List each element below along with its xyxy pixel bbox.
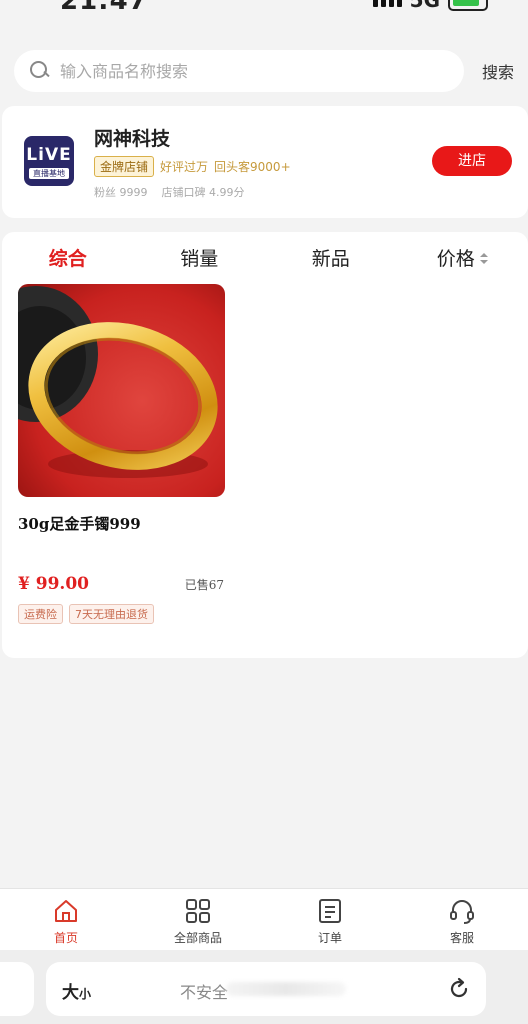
- status-icons: 5G: [372, 0, 488, 12]
- sort-tabs: 综合 销量 新品 价格: [2, 244, 528, 274]
- product-sold-count: 已售67: [184, 578, 224, 592]
- product-list-card: 综合 销量 新品 价格 30g足金手镯999 ¥ 99.00 已售67 运费险 …: [2, 232, 528, 658]
- nav-customer-service[interactable]: 客服: [396, 889, 528, 950]
- shop-rating: 店铺口碑 4.99分: [161, 186, 245, 199]
- shop-logo-text: LiVE: [26, 145, 72, 165]
- shop-logo-subtext: 直播基地: [29, 168, 69, 179]
- network-type: 5G: [409, 0, 440, 12]
- tab-comprehensive[interactable]: 综合: [2, 244, 134, 274]
- browser-address-bar[interactable]: 大小 不安全: [46, 962, 486, 1016]
- browser-bar: 大小 不安全: [0, 950, 528, 1024]
- shipping-insurance-badge: 运费险: [18, 604, 63, 624]
- tab-new[interactable]: 新品: [265, 244, 397, 274]
- product-price: ¥ 99.00: [18, 574, 89, 594]
- product-card[interactable]: 30g足金手镯999 ¥ 99.00 已售67 运费险 7天无理由退货: [18, 284, 228, 624]
- shop-stats: 粉丝 9999 店铺口碑 4.99分: [94, 184, 245, 200]
- font-size-big: 大: [62, 983, 79, 1003]
- search-box[interactable]: [14, 50, 464, 92]
- nav-all-products[interactable]: 全部商品: [132, 889, 264, 950]
- battery-icon: [448, 0, 488, 11]
- product-image[interactable]: [18, 284, 225, 497]
- font-size-small: 小: [79, 987, 92, 1001]
- tab-sales[interactable]: 销量: [134, 244, 266, 274]
- product-title[interactable]: 30g足金手镯999: [18, 513, 228, 534]
- nav-home-label: 首页: [53, 931, 78, 945]
- nav-all-products-label: 全部商品: [173, 931, 222, 945]
- shop-level-badge: 金牌店铺: [94, 156, 155, 177]
- search-input[interactable]: [60, 61, 380, 81]
- shop-name: 网神科技: [94, 128, 171, 150]
- search-button[interactable]: 搜索: [464, 59, 514, 83]
- shop-returning: 回头客9000+: [214, 160, 291, 174]
- font-size-toggle[interactable]: 大小: [62, 978, 91, 1003]
- return-policy-badge: 7天无理由退货: [69, 604, 154, 624]
- bottom-nav: 首页 全部商品 订单 客服: [0, 888, 528, 950]
- status-time: 21:47: [60, 0, 148, 16]
- search-icon: [30, 61, 50, 81]
- grid-icon: [186, 899, 210, 923]
- url-security-label: 不安全: [180, 983, 229, 1002]
- shop-fans: 粉丝 9999: [94, 186, 148, 199]
- refresh-icon[interactable]: [446, 976, 472, 1002]
- nav-orders-label: 订单: [317, 931, 342, 945]
- sort-arrows-icon: [479, 253, 488, 265]
- product-badges: 运费险 7天无理由退货: [18, 604, 228, 624]
- nav-orders[interactable]: 订单: [264, 889, 396, 950]
- product-price-row: ¥ 99.00 已售67: [18, 574, 228, 594]
- order-icon: [319, 899, 341, 923]
- browser-back-tab[interactable]: [0, 962, 34, 1016]
- home-icon: [55, 900, 77, 922]
- enter-shop-button[interactable]: 进店: [432, 146, 512, 176]
- shop-card: LiVE 直播基地 网神科技 金牌店铺 好评过万 回头客9000+ 粉丝 999…: [2, 106, 528, 218]
- nav-customer-service-label: 客服: [449, 931, 474, 945]
- nav-home[interactable]: 首页: [0, 889, 132, 950]
- tab-price-label: 价格: [436, 248, 475, 270]
- url-blurred: [226, 982, 346, 996]
- search-row: 搜索: [14, 50, 514, 92]
- tab-price[interactable]: 价格: [397, 244, 528, 274]
- shop-logo: LiVE 直播基地: [24, 136, 74, 186]
- status-bar: 21:47 5G: [0, 0, 528, 20]
- shop-praise: 好评过万: [160, 160, 209, 174]
- shop-tags: 金牌店铺 好评过万 回头客9000+: [94, 156, 291, 177]
- headset-icon: [450, 900, 474, 924]
- signal-icon: [372, 0, 402, 7]
